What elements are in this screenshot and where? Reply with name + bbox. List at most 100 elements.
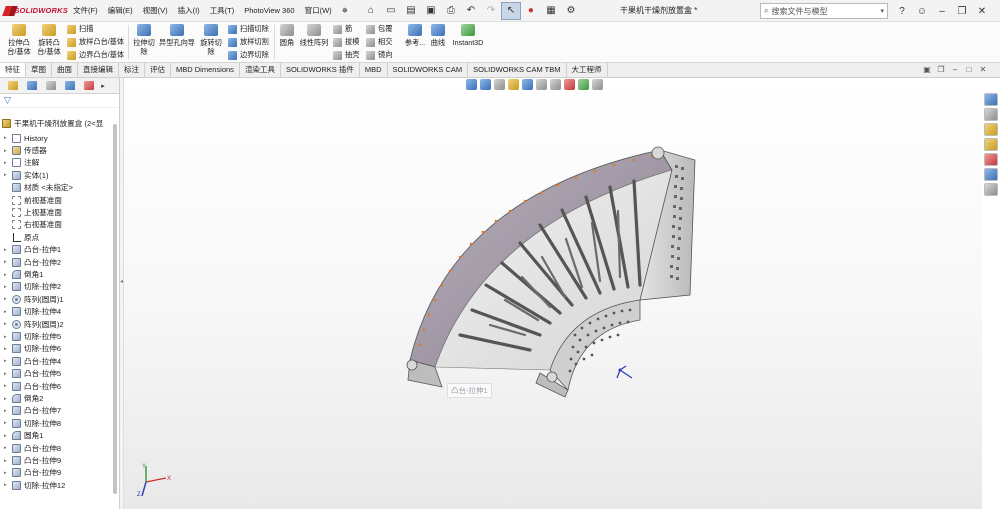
tab-surfaces[interactable]: 曲面 <box>52 63 78 77</box>
chevron-down-icon[interactable]: ▾ <box>880 7 884 15</box>
redo-icon[interactable]: ↷ <box>481 2 501 20</box>
expand-arrow-icon[interactable]: ▸ <box>4 334 12 340</box>
tree-item[interactable]: ▸ 凸台-拉伸6 <box>4 380 61 392</box>
minimize-icon[interactable]: – <box>932 6 952 17</box>
minimize-doc-icon[interactable]: – <box>948 63 962 77</box>
tree-item[interactable]: 原点 <box>4 231 39 243</box>
tab-features[interactable]: 特征 <box>0 63 26 77</box>
tree-item[interactable]: ▸ 凸台-拉伸5 <box>4 368 61 380</box>
tree-item[interactable]: ▸ 切除-拉伸8 <box>4 417 61 429</box>
expand-arrow-icon[interactable]: ▸ <box>4 420 12 426</box>
feature-tree-tab[interactable] <box>4 80 22 92</box>
close-icon[interactable]: ✕ <box>972 6 992 17</box>
tree-item[interactable]: ▸ 凸台-拉伸1 <box>4 244 61 256</box>
expand-arrow-icon[interactable]: ▸ <box>4 309 12 315</box>
restore-icon[interactable]: ❐ <box>952 6 972 17</box>
tab-mbd[interactable]: MBD <box>360 63 388 77</box>
revolve-boss-button[interactable]: 旋转凸台/基体 <box>34 24 64 56</box>
extrude-cut-button[interactable]: 拉伸切除 <box>131 24 157 56</box>
collapse-arrow-icon[interactable]: ◂ <box>120 278 123 285</box>
tab-render-tools[interactable]: 渲染工具 <box>240 63 281 77</box>
expand-arrow-icon[interactable]: ▸ <box>4 160 12 166</box>
solidworks-logo[interactable]: SOLIDWORKS <box>0 6 68 16</box>
tree-item[interactable]: ▸ 注解 <box>4 157 39 169</box>
boundary-cut-button[interactable]: 边界切除 <box>228 50 269 60</box>
expand-arrow-icon[interactable]: ▸ <box>4 445 12 451</box>
previous-view-icon[interactable] <box>494 79 505 90</box>
expand-arrow-icon[interactable]: ▸ <box>4 148 12 154</box>
expand-arrow-icon[interactable]: ▸ <box>4 296 12 302</box>
user-icon[interactable]: ☺ <box>912 6 932 17</box>
zoom-to-fit-icon[interactable] <box>466 79 477 90</box>
tab-mbd-dimensions[interactable]: MBD Dimensions <box>171 63 240 77</box>
close-doc-icon[interactable]: ✕ <box>976 63 990 77</box>
revolve-cut-button[interactable]: 旋转切除 <box>198 24 224 56</box>
tree-item[interactable]: ▸ 阵列(圆周)2 <box>4 318 64 330</box>
wrap-button[interactable]: 包覆 <box>366 24 392 34</box>
filter-icon[interactable]: ▽ <box>0 94 119 108</box>
tree-item[interactable]: 右视基准面 <box>4 219 62 231</box>
display-manager-tab[interactable] <box>80 80 98 92</box>
expand-arrow-icon[interactable]: ▸ <box>4 470 12 476</box>
expand-arrow-icon[interactable]: ▸ <box>4 482 12 488</box>
menu-window[interactable]: 窗口(W) <box>300 0 337 22</box>
tree-scrollbar[interactable] <box>113 124 117 494</box>
tab-solidworks-cam-tbm[interactable]: SOLIDWORKS CAM TBM <box>468 63 567 77</box>
expand-arrow-icon[interactable]: ▸ <box>4 346 12 352</box>
menu-insert[interactable]: 插入(I) <box>173 0 205 22</box>
menu-file[interactable]: 文件(F) <box>68 0 103 22</box>
property-manager-tab[interactable] <box>23 80 41 92</box>
rebuild-icon[interactable]: ▦ <box>541 2 561 20</box>
tree-item[interactable]: ▸ 凸台-拉伸8 <box>4 442 61 454</box>
tree-item[interactable]: ▸ 凸台-拉伸4 <box>4 355 61 367</box>
dimxpert-tab[interactable] <box>61 80 79 92</box>
hide-show-items-icon[interactable] <box>550 79 561 90</box>
tree-item[interactable]: ▸ 切除-拉伸6 <box>4 343 61 355</box>
menu-view[interactable]: 视图(V) <box>138 0 173 22</box>
tree-item[interactable]: ▸ 凸台-拉伸7 <box>4 405 61 417</box>
swept-cut-button[interactable]: 扫描切除 <box>228 24 269 34</box>
tree-item[interactable]: ▸ 切除-拉伸12 <box>4 479 65 491</box>
menu-edit[interactable]: 编辑(E) <box>103 0 138 22</box>
extrude-boss-button[interactable]: 拉伸凸台/基体 <box>4 24 34 56</box>
tab-solidworks-cam[interactable]: SOLIDWORKS CAM <box>388 63 469 77</box>
tree-item[interactable]: 材质 <未指定> <box>4 182 73 194</box>
print-icon[interactable]: ⎙ <box>441 2 461 20</box>
rib-button[interactable]: 筋 <box>333 24 352 34</box>
tree-item[interactable]: ▸ 切除-拉伸4 <box>4 306 61 318</box>
sweep-button[interactable]: 扫描 <box>67 24 93 34</box>
desiccant-tray-model[interactable] <box>390 135 710 400</box>
tab-sketch[interactable]: 草图 <box>26 63 52 77</box>
expand-arrow-icon[interactable]: ▸ <box>4 358 12 364</box>
view-palette-icon[interactable] <box>984 138 998 151</box>
tree-item[interactable]: ▸ 凸台-拉伸9 <box>4 454 61 466</box>
configuration-manager-tab[interactable] <box>42 80 60 92</box>
apply-scene-icon[interactable] <box>578 79 589 90</box>
loft-boss-button[interactable]: 放样凸台/基体 <box>67 37 124 47</box>
expand-arrow-icon[interactable]: ▸ <box>4 396 12 402</box>
solidworks-resources-icon[interactable] <box>984 93 998 106</box>
expand-arrow-icon[interactable]: ▸ <box>4 383 12 389</box>
forum-icon[interactable] <box>984 183 998 196</box>
tree-item[interactable]: ▸ 实体(1) <box>4 169 48 181</box>
expand-arrow-icon[interactable]: ▸ <box>4 433 12 439</box>
tab-direct-editing[interactable]: 直接编辑 <box>78 63 119 77</box>
intersect-button[interactable]: 相交 <box>366 37 392 47</box>
expand-arrow-icon[interactable]: ▸ <box>4 284 12 290</box>
hole-wizard-button[interactable]: 异型孔向导 <box>158 24 196 47</box>
boundary-boss-button[interactable]: 边界凸台/基体 <box>67 50 124 60</box>
tree-item[interactable]: ▸ 倒角2 <box>4 392 43 404</box>
tree-item[interactable]: ▸ 阵列(圆周)1 <box>4 293 64 305</box>
pin-icon[interactable]: ✵ <box>337 0 353 22</box>
section-view-icon[interactable] <box>508 79 519 90</box>
menu-photoview[interactable]: PhotoView 360 <box>239 0 299 22</box>
mirror-button[interactable]: 镜向 <box>366 50 392 60</box>
tab-engineer[interactable]: 大工程师 <box>567 63 608 77</box>
expand-arrow-icon[interactable]: ▸ <box>4 172 12 178</box>
select-pointer-icon[interactable]: ↖ <box>500 1 521 20</box>
open-folder-icon[interactable]: ▤ <box>401 2 421 20</box>
tile-icon[interactable]: ▣ <box>920 63 934 77</box>
fillet-button[interactable]: 圆角 <box>277 24 297 47</box>
view-settings-icon[interactable] <box>592 79 603 90</box>
search-input[interactable]: ⌕ 搜索文件与模型 ▾ <box>760 3 888 19</box>
